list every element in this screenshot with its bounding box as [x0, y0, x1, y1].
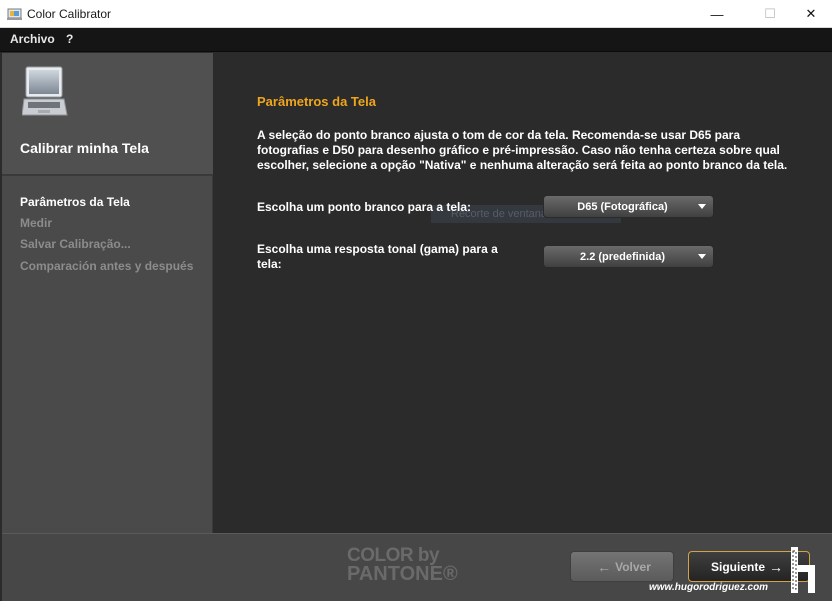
next-button-label: Siguiente — [710, 559, 765, 574]
description-text: A seleção do ponto branco ajusta o tom d… — [257, 128, 788, 172]
tone-response-label: Escolha uma resposta tonal (gama) para a… — [257, 242, 498, 271]
window-title: Color Calibrator — [27, 7, 112, 21]
laptop-icon — [22, 66, 68, 116]
step-measure[interactable]: Medir — [20, 216, 52, 230]
white-point-label: Escolha um ponto branco para a tela: — [257, 200, 472, 214]
menu-archivo[interactable]: Archivo — [10, 32, 55, 46]
footer: COLOR by PANTONE® ← Volver Siguiente → w… — [2, 533, 832, 601]
pantone-logo: COLOR by PANTONE® — [347, 546, 458, 584]
page-title: Parâmetros da Tela — [257, 94, 376, 109]
chevron-down-icon — [698, 204, 706, 209]
tone-response-value: 2.2 (predefinida) — [580, 250, 665, 263]
step-save-calibration[interactable]: Salvar Calibração... — [20, 237, 131, 251]
minimize-button[interactable]: — — [694, 0, 740, 28]
back-button[interactable]: ← Volver — [570, 551, 674, 582]
white-point-select[interactable]: D65 (Fotográfica) — [543, 195, 714, 218]
menu-help[interactable]: ? — [66, 32, 73, 46]
chevron-down-icon — [698, 254, 706, 259]
sidebar: Calibrar minha Tela Parâmetros da Tela M… — [2, 53, 213, 533]
title-bar: Color Calibrator — ☐ ✕ — [0, 0, 832, 28]
watermark-logo-icon — [791, 547, 815, 593]
arrow-right-icon: → — [769, 558, 783, 575]
tone-response-select[interactable]: 2.2 (predefinida) — [543, 245, 714, 268]
brand-line-2: PANTONE® — [347, 563, 458, 585]
back-button-label: Volver — [615, 559, 651, 574]
watermark-text: www.hugorodriguez.com — [649, 582, 769, 593]
close-button[interactable]: ✕ — [788, 0, 832, 28]
step-screen-parameters[interactable]: Parâmetros da Tela — [20, 195, 130, 209]
white-point-value: D65 (Fotográfica) — [577, 200, 668, 213]
app-icon — [7, 8, 22, 20]
sidebar-header: Calibrar minha Tela — [2, 53, 213, 176]
arrow-left-icon: ← — [597, 558, 612, 575]
main-panel: Parâmetros da Tela A seleção do ponto br… — [214, 53, 832, 533]
step-before-after-comparison[interactable]: Comparación antes y después — [20, 259, 193, 273]
menu-bar: Archivo ? — [0, 28, 832, 52]
sidebar-title: Calibrar minha Tela — [20, 140, 149, 156]
maximize-button[interactable]: ☐ — [747, 0, 793, 28]
